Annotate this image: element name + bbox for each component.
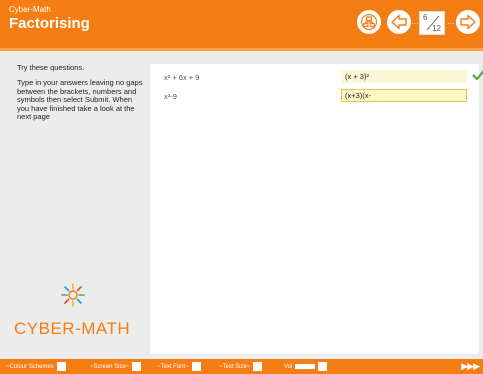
back-button[interactable] <box>387 10 411 34</box>
volume-control[interactable]: Vol <box>284 362 328 371</box>
volume-toggle[interactable] <box>318 362 328 371</box>
colour-schemes-toggle[interactable] <box>56 362 66 371</box>
text-size-label: ~Text Size~ <box>219 363 251 370</box>
instructions-heading: Try these questions. <box>17 63 85 72</box>
sitemap-button[interactable] <box>357 10 381 34</box>
answer-field-1[interactable] <box>341 70 467 83</box>
text-size-toggle[interactable] <box>253 362 263 371</box>
sitemap-icon <box>361 14 377 30</box>
page-title: Factorising <box>9 15 90 32</box>
question-panel: x² + 6x + 9 x²-9 <box>150 64 483 354</box>
text-font-toggle[interactable] <box>191 362 201 371</box>
logo-text: CYBER-MATH <box>14 319 131 338</box>
page-total: 12 <box>432 24 441 33</box>
check-icon <box>472 70 483 81</box>
arrow-left-icon <box>391 14 407 30</box>
text-size-button[interactable]: ~Text Size~ <box>219 362 263 371</box>
volume-slider[interactable] <box>295 364 316 369</box>
volume-label: Vol <box>284 363 293 370</box>
footer-bar: ~Colour Schemes ~Screen Size~ ~Text Font… <box>0 359 483 374</box>
text-font-button[interactable]: ~Text Font~ <box>157 362 201 371</box>
page-current: 6 <box>423 13 428 22</box>
colour-schemes-label: ~Colour Schemes <box>6 363 54 370</box>
cyber-math-logo-icon <box>61 283 85 307</box>
instructions-text: Type in your answers leaving no gaps bet… <box>17 78 143 122</box>
instructions-panel: Try these questions. Type in your answer… <box>0 51 150 354</box>
question-expression-2: x²-9 <box>164 92 177 101</box>
header-bar: Cyber-Math Factorising ···· 6 12 ···· <box>0 0 483 48</box>
arrow-right-icon <box>460 14 476 30</box>
screen-size-label: ~Screen Size~ <box>90 363 130 370</box>
next-page-arrows[interactable]: ▶▶▶ <box>461 361 480 372</box>
screen-size-button[interactable]: ~Screen Size~ <box>90 362 142 371</box>
colour-schemes-button[interactable]: ~Colour Schemes <box>6 362 66 371</box>
answer-field-2[interactable] <box>341 89 467 102</box>
question-expression-1: x² + 6x + 9 <box>164 73 200 82</box>
app-name: Cyber-Math <box>9 5 51 14</box>
text-font-label: ~Text Font~ <box>157 363 189 370</box>
forward-button[interactable] <box>456 10 480 34</box>
page-indicator: 6 12 <box>419 11 445 35</box>
screen-size-toggle[interactable] <box>132 362 142 371</box>
